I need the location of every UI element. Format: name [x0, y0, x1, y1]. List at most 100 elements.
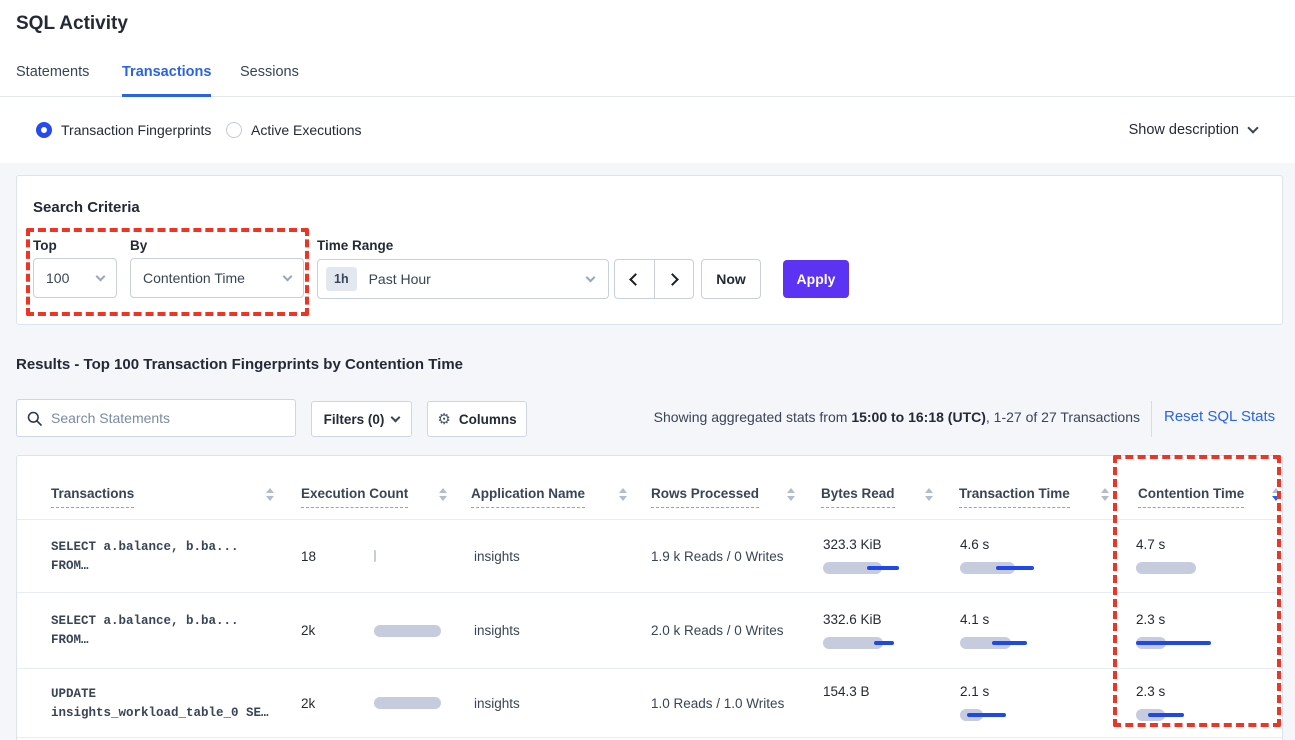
radio-transaction-fingerprints[interactable]: Transaction Fingerprints	[36, 97, 211, 163]
transaction-fingerprint-link[interactable]: SELECT a.balance, b.ba...FROM…	[51, 593, 239, 668]
column-header-execution-count[interactable]: Execution Count	[301, 486, 408, 508]
sort-arrows-icon[interactable]	[619, 488, 627, 501]
search-statements-input[interactable]	[51, 410, 285, 426]
transaction-time-cell: 4.1 s	[960, 593, 1055, 668]
tab-bar: Statements Transactions Sessions	[0, 58, 1295, 97]
bytes-read-bar	[823, 636, 918, 650]
column-header-transactions[interactable]: Transactions	[51, 486, 134, 508]
application-name-value: insights	[474, 669, 520, 737]
radio-unselected-icon[interactable]	[226, 122, 242, 138]
search-icon	[27, 411, 42, 426]
contention-time-cell: 2.3 s	[1136, 593, 1231, 668]
execution-count-value: 18	[301, 520, 316, 592]
aggregated-stats-text: Showing aggregated stats from 15:00 to 1…	[654, 409, 1140, 425]
top-select[interactable]: 100	[33, 258, 117, 298]
table-header-row: Transactions Execution Count Application…	[17, 456, 1282, 520]
application-name-value: insights	[474, 593, 520, 668]
execution-count-bar	[374, 669, 469, 737]
columns-button[interactable]: ⚙ Columns	[427, 401, 527, 437]
top-label: Top	[33, 238, 57, 253]
transaction-fingerprint-link[interactable]: SELECT a.balance, b.ba...FROM…	[51, 520, 239, 592]
sql-activity-page: SQL Activity Statements Transactions Ses…	[0, 0, 1295, 740]
column-header-transaction-time[interactable]: Transaction Time	[959, 486, 1070, 508]
search-statements-input-wrap	[16, 399, 296, 437]
by-select[interactable]: Contention Time	[130, 258, 304, 298]
rows-processed-value: 2.0 k Reads / 0 Writes	[651, 593, 784, 668]
contention-time-bar	[1136, 708, 1231, 722]
column-header-rows-processed[interactable]: Rows Processed	[651, 486, 759, 508]
search-criteria-card: Search Criteria Top By Time Range 100 Co…	[16, 175, 1283, 325]
sort-arrows-icon[interactable]	[1272, 488, 1280, 501]
search-criteria-heading: Search Criteria	[33, 199, 140, 216]
bytes-read-cell: 332.6 KiB	[823, 593, 918, 668]
execution-count-value: 2k	[301, 669, 315, 737]
time-range-value: Past Hour	[369, 271, 431, 287]
now-button[interactable]: Now	[701, 259, 761, 299]
tab-statements[interactable]: Statements	[16, 58, 89, 96]
tab-transactions[interactable]: Transactions	[122, 58, 211, 97]
contention-time-bar	[1136, 636, 1231, 650]
view-toggle-row: Transaction Fingerprints Active Executio…	[0, 97, 1295, 163]
bytes-read-bar	[823, 561, 918, 575]
show-description-label: Show description	[1129, 122, 1239, 138]
execution-count-bar	[374, 520, 469, 592]
radio-selected-icon[interactable]	[36, 122, 52, 138]
sort-arrows-icon[interactable]	[787, 488, 795, 501]
reset-sql-stats-link[interactable]: Reset SQL Stats	[1164, 408, 1275, 425]
transaction-time-cell: 2.1 s	[960, 669, 1055, 737]
divider	[1151, 401, 1152, 437]
columns-label: Columns	[459, 412, 517, 427]
contention-time-cell: 2.3 s	[1136, 669, 1231, 737]
column-header-bytes-read[interactable]: Bytes Read	[821, 486, 895, 508]
stats-time-range: 15:00 to 16:18 (UTC)	[851, 409, 986, 425]
transaction-time-bar	[960, 561, 1055, 575]
by-select-value: Contention Time	[143, 270, 245, 286]
tab-sessions[interactable]: Sessions	[240, 58, 299, 96]
page-title: SQL Activity	[16, 13, 128, 35]
results-heading: Results - Top 100 Transaction Fingerprin…	[16, 356, 463, 373]
transactions-table: Transactions Execution Count Application…	[16, 455, 1283, 740]
chevron-down-icon	[586, 272, 596, 282]
sort-arrows-icon[interactable]	[1101, 488, 1109, 501]
chevron-down-icon	[391, 413, 401, 423]
gear-icon: ⚙	[437, 412, 450, 427]
chevron-down-icon	[1247, 122, 1258, 133]
sort-arrows-icon[interactable]	[266, 488, 274, 501]
contention-time-cell: 4.7 s	[1136, 520, 1231, 592]
chevron-down-icon	[283, 271, 293, 281]
time-nav-group	[614, 259, 694, 299]
radio-active-executions[interactable]: Active Executions	[226, 97, 362, 163]
execution-count-bar	[374, 593, 469, 668]
radio-label: Active Executions	[251, 122, 362, 138]
previous-time-button[interactable]	[615, 260, 655, 298]
apply-button[interactable]: Apply	[783, 260, 849, 298]
by-label: By	[130, 238, 147, 253]
rows-processed-value: 1.0 Reads / 1.0 Writes	[651, 669, 784, 737]
time-range-select[interactable]: 1h Past Hour	[317, 259, 609, 299]
filters-label: Filters (0)	[324, 412, 385, 427]
contention-time-bar	[1136, 561, 1231, 575]
table-row[interactable]: UPDATEinsights_workload_table_0 SE… 2k i…	[17, 669, 1282, 738]
show-description-toggle[interactable]: Show description	[1129, 97, 1257, 163]
application-name-value: insights	[474, 520, 520, 592]
column-header-application-name[interactable]: Application Name	[471, 486, 585, 508]
next-time-button[interactable]	[655, 260, 694, 298]
transaction-time-cell: 4.6 s	[960, 520, 1055, 592]
bytes-read-cell: 323.3 KiB	[823, 520, 918, 592]
time-range-badge: 1h	[326, 267, 357, 291]
sort-arrows-icon[interactable]	[439, 488, 447, 501]
table-row[interactable]: SELECT a.balance, b.ba...FROM… 2k insigh…	[17, 593, 1282, 669]
transaction-time-bar	[960, 708, 1055, 722]
radio-label: Transaction Fingerprints	[61, 122, 211, 138]
time-range-label: Time Range	[317, 238, 393, 253]
chevron-right-icon	[666, 273, 679, 286]
chevron-left-icon	[629, 273, 642, 286]
sort-arrows-icon[interactable]	[925, 488, 933, 501]
transaction-fingerprint-link[interactable]: UPDATEinsights_workload_table_0 SE…	[51, 669, 269, 737]
filters-button[interactable]: Filters (0)	[311, 401, 412, 437]
table-row[interactable]: SELECT a.balance, b.ba...FROM… 18 insigh…	[17, 520, 1282, 593]
top-select-value: 100	[46, 270, 69, 286]
column-header-contention-time[interactable]: Contention Time	[1138, 486, 1244, 508]
chevron-down-icon	[96, 271, 106, 281]
transaction-time-bar	[960, 636, 1055, 650]
